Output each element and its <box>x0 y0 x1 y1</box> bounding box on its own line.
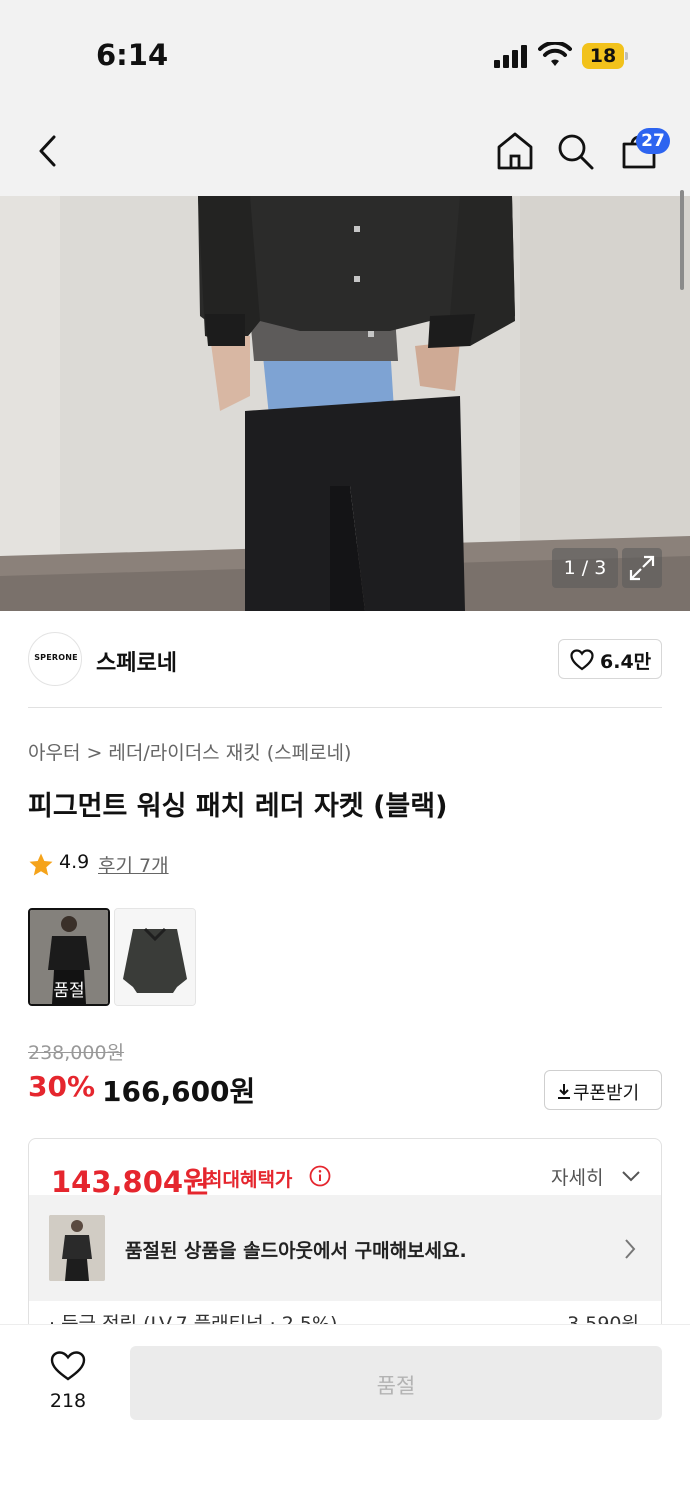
brand-like-count: 6.4만 <box>600 651 652 673</box>
home-icon[interactable] <box>496 131 534 171</box>
discount-rate: 30% <box>28 1070 96 1103</box>
heart-icon <box>570 649 594 671</box>
banner-thumb <box>49 1215 105 1281</box>
wifi-icon <box>538 42 572 66</box>
back-icon[interactable] <box>34 134 64 168</box>
chevron-right-icon <box>625 1239 636 1259</box>
option-thumb-flat[interactable] <box>114 908 196 1006</box>
rating-score: 4.9 <box>59 851 90 873</box>
original-price: 238,000원 <box>28 1042 125 1064</box>
thumb-image <box>49 1215 105 1281</box>
heart-icon <box>50 1351 86 1381</box>
battery-level: 18 <box>589 45 617 67</box>
detail-toggle[interactable]: 자세히 <box>551 1163 603 1190</box>
soldout-banner[interactable]: 품절된 상품을 솔드아웃에서 구매해보세요. <box>29 1195 661 1301</box>
expand-button[interactable] <box>622 548 662 588</box>
soldout-banner-text: 품절된 상품을 솔드아웃에서 구매해보세요. <box>125 1240 467 1262</box>
breadcrumb-separator: > <box>86 742 103 764</box>
soldout-purchase-button[interactable]: 품절 <box>130 1346 662 1420</box>
brand-logo-text: SPERONE <box>34 653 78 662</box>
wishlist-button[interactable]: 218 <box>40 1350 96 1420</box>
benefit-box: 143,804원 최대혜택가 자세히 품절된 상품을 솔드아웃에서 구매해보세요… <box>28 1138 662 1338</box>
status-time: 6:14 <box>96 38 169 72</box>
brand-name[interactable]: 스페로네 <box>96 645 177 677</box>
brand-logo[interactable]: SPERONE <box>28 632 82 686</box>
status-bar: 6:14 18 <box>0 0 690 110</box>
download-icon <box>558 1084 570 1099</box>
product-title: 피그먼트 워싱 패치 레더 자켓 (블랙) <box>28 791 448 822</box>
coupon-button[interactable]: 쿠폰받기 <box>544 1070 662 1110</box>
expand-icon <box>629 555 655 581</box>
info-icon[interactable] <box>309 1165 331 1187</box>
cart-count-badge: 27 <box>636 128 670 154</box>
soldout-label: 품절 <box>53 981 85 1001</box>
coupon-label: 쿠폰받기 <box>573 1083 640 1104</box>
thumb-image <box>115 909 195 1005</box>
divider <box>28 707 662 708</box>
breadcrumb: 아우터 > 레더/라이더스 재킷 (스페로네) <box>28 738 351 765</box>
star-icon <box>29 853 53 876</box>
sale-price: 166,600원 <box>102 1075 256 1108</box>
breadcrumb-item[interactable]: 레더/라이더스 재킷 (스페로네) <box>108 742 351 764</box>
brand-like-button[interactable]: 6.4만 <box>558 639 662 679</box>
purchase-button-label: 품절 <box>376 1375 416 1398</box>
battery-icon: 18 <box>582 43 628 69</box>
option-thumb-model[interactable]: 품절 <box>28 908 110 1006</box>
search-icon[interactable] <box>556 132 596 172</box>
max-benefit-label: 최대혜택가 <box>205 1169 293 1191</box>
signal-icon <box>494 44 528 68</box>
wishlist-count: 218 <box>49 1390 87 1412</box>
chevron-down-icon[interactable] <box>621 1169 641 1183</box>
review-link[interactable]: 후기 7개 <box>98 851 169 878</box>
breadcrumb-item[interactable]: 아우터 <box>28 742 80 764</box>
scrollbar[interactable] <box>680 190 684 290</box>
image-counter: 1 / 3 <box>552 548 618 588</box>
